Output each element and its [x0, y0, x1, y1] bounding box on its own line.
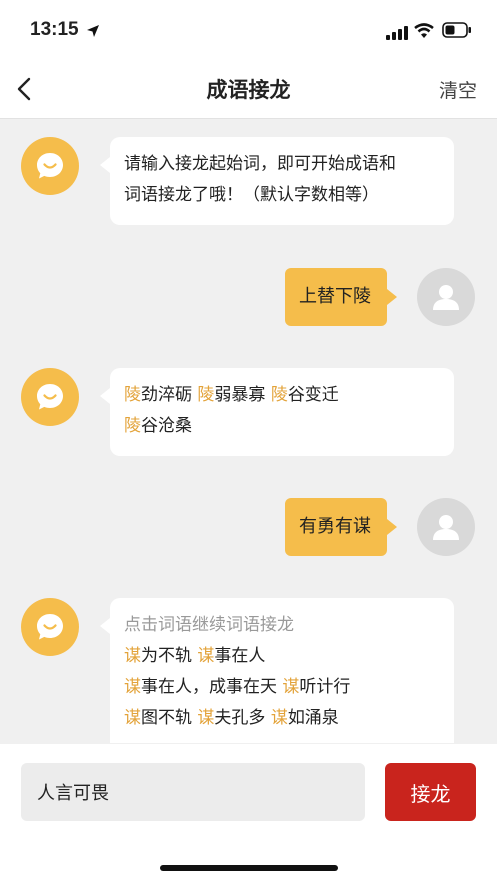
- bot-avatar: [21, 368, 79, 426]
- wifi-icon: [414, 23, 434, 43]
- bot-message-intro: 请输入接龙起始词，即可开始成语和 词语接龙了哦！（默认字数相等）: [100, 137, 454, 225]
- message-text: 请输入接龙起始词，即可开始成语和: [124, 154, 396, 174]
- bot-message-results: 陵劲淬砺 陵弱暴寡 陵谷变迁 陵谷沧桑: [100, 368, 454, 456]
- bot-avatar: [21, 598, 79, 656]
- status-bar: 13:15: [0, 0, 497, 62]
- hint-text: 点击词语继续词语接龙: [124, 615, 294, 635]
- message-text: 有勇有谋: [299, 516, 371, 537]
- bot-message-results: 点击词语继续词语接龙 谋为不轨 谋事在人 谋事在人，成事在天 谋听计行 谋图不轨…: [100, 598, 454, 743]
- page-title: 成语接龙: [206, 78, 291, 102]
- idiom-word[interactable]: 陵谷沧桑: [124, 416, 192, 436]
- user-avatar: [417, 268, 475, 326]
- input-bar: 接龙: [0, 744, 497, 883]
- idiom-word[interactable]: 谋图不轨: [124, 708, 192, 728]
- cellular-signal-icon: [386, 25, 408, 44]
- chat-area[interactable]: 请输入接龙起始词，即可开始成语和 词语接龙了哦！（默认字数相等） 上替下陵 陵劲…: [0, 119, 497, 743]
- chat-bubble-smile-icon: [37, 384, 63, 410]
- chat-bubble-smile-icon: [37, 614, 63, 640]
- message-text: 词语接龙了哦！（默认字数相等）: [124, 185, 379, 205]
- message-text: 上替下陵: [299, 286, 371, 307]
- idiom-word[interactable]: 陵谷变迁: [271, 385, 339, 405]
- idiom-word[interactable]: 谋为不轨: [124, 646, 192, 666]
- submit-button[interactable]: 接龙: [385, 763, 476, 821]
- idiom-word[interactable]: 谋夫孔多: [197, 708, 265, 728]
- status-time: 13:15: [30, 19, 79, 40]
- clear-button[interactable]: 清空: [439, 76, 477, 103]
- user-message: 有勇有谋: [285, 498, 397, 556]
- person-icon: [433, 515, 459, 540]
- idiom-word[interactable]: 谋听计行: [282, 677, 350, 697]
- person-icon: [433, 285, 459, 310]
- idiom-input[interactable]: [21, 763, 365, 821]
- location-arrow-icon: [86, 23, 100, 42]
- idiom-word[interactable]: 谋事在人，成事在天: [124, 677, 277, 697]
- idiom-word[interactable]: 谋如涌泉: [271, 708, 339, 728]
- idiom-word[interactable]: 谋事在人: [197, 646, 265, 666]
- idiom-word[interactable]: 陵劲淬砺: [124, 385, 192, 405]
- navigation-bar: 成语接龙 清空: [0, 62, 497, 119]
- battery-icon: [442, 22, 472, 42]
- user-avatar: [417, 498, 475, 556]
- chat-bubble-smile-icon: [37, 153, 63, 179]
- idiom-word[interactable]: 陵弱暴寡: [197, 385, 265, 405]
- user-message: 上替下陵: [285, 268, 397, 326]
- bot-avatar: [21, 137, 79, 195]
- home-indicator[interactable]: [160, 865, 338, 871]
